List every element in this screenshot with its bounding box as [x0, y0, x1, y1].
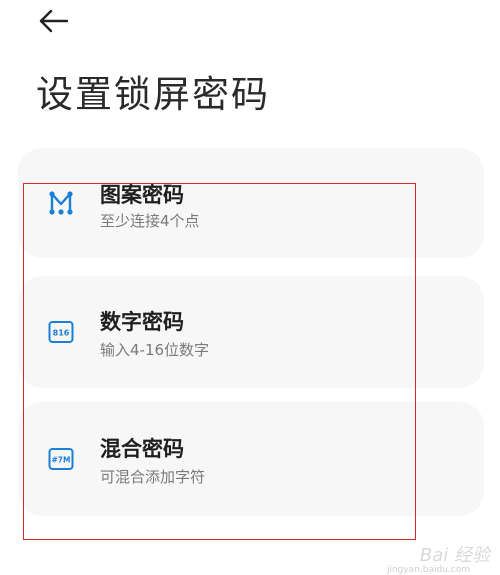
watermark: Bai 经验 — [419, 545, 490, 566]
watermark-url: jingyan.baidu.com — [386, 565, 470, 575]
option-subtitle: 输入4-16位数字 — [100, 341, 210, 359]
option-title: 混合密码 — [100, 437, 184, 461]
numeric-pin-icon: 816 — [48, 319, 74, 345]
option-subtitle: 可混合添加字符 — [100, 468, 206, 486]
option-title: 数字密码 — [100, 310, 184, 334]
option-title: 图案密码 — [100, 183, 184, 207]
arrow-left-icon — [39, 9, 69, 33]
option-pattern-password[interactable]: 图案密码 至少连接4个点 — [18, 148, 484, 258]
option-numeric-password[interactable]: 816 数字密码 输入4-16位数字 — [18, 276, 484, 388]
pattern-lock-icon — [48, 190, 74, 216]
mixed-password-icon: #7M — [48, 446, 74, 472]
back-button[interactable] — [36, 6, 72, 36]
page-title: 设置锁屏密码 — [36, 73, 270, 116]
option-mixed-password[interactable]: #7M 混合密码 可混合添加字符 — [18, 402, 484, 516]
option-subtitle: 至少连接4个点 — [100, 212, 200, 230]
numeric-pin-icon-text: 816 — [53, 329, 70, 338]
mixed-password-icon-text: #7M — [52, 456, 71, 465]
